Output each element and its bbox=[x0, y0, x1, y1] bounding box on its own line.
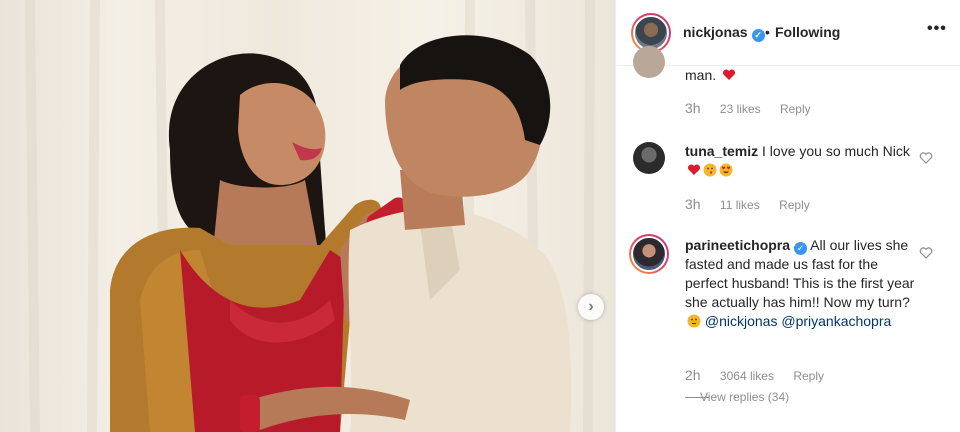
thinking-face-emoji-icon bbox=[687, 314, 701, 328]
view-replies-button[interactable]: View replies (34) bbox=[700, 390, 789, 404]
reply-button[interactable]: Reply bbox=[779, 198, 810, 212]
comment-text: tuna_temiz I love you so much Nick bbox=[685, 142, 915, 180]
comment-time[interactable]: 3h bbox=[685, 100, 701, 116]
following-button[interactable]: Following bbox=[775, 24, 840, 40]
comment-time[interactable]: 2h bbox=[685, 367, 701, 383]
kiss-emoji-icon bbox=[703, 163, 717, 177]
heart-outline-icon[interactable] bbox=[919, 151, 933, 165]
comment-body: I love you so much Nick bbox=[762, 143, 910, 159]
commenter-avatar[interactable] bbox=[633, 46, 665, 78]
post-sidebar: nickjonas ✓ • Following ••• man. 3h 23 li… bbox=[615, 0, 960, 432]
comment-text: parineetichopra ✓ All our lives she faste… bbox=[685, 236, 915, 331]
comment-text: man. bbox=[685, 66, 915, 85]
heart-eyes-emoji-icon bbox=[719, 163, 733, 177]
post-photo[interactable]: › bbox=[0, 0, 615, 432]
comment-meta: 3h 11 likes Reply bbox=[685, 196, 826, 212]
comment-meta: 2h 3064 likes Reply bbox=[685, 367, 840, 383]
post-header: nickjonas ✓ • Following ••• bbox=[616, 0, 960, 66]
next-photo-button[interactable]: › bbox=[578, 294, 604, 320]
comment-time[interactable]: 3h bbox=[685, 196, 701, 212]
commenter-avatar[interactable] bbox=[629, 234, 669, 274]
chevron-right-icon: › bbox=[588, 298, 594, 315]
heart-outline-icon[interactable] bbox=[919, 246, 933, 260]
verified-badge-icon: ✓ bbox=[751, 29, 765, 42]
comment-likes[interactable]: 11 likes bbox=[720, 198, 760, 212]
commenter-avatar[interactable] bbox=[633, 142, 665, 174]
comment-likes[interactable]: 3064 likes bbox=[720, 369, 774, 383]
photo-illustration bbox=[25, 0, 595, 432]
reply-button[interactable]: Reply bbox=[780, 102, 811, 116]
mention-link[interactable]: @nickjonas bbox=[705, 313, 778, 329]
reply-button[interactable]: Reply bbox=[793, 369, 824, 383]
more-options-icon[interactable]: ••• bbox=[927, 20, 947, 38]
verified-badge-icon: ✓ bbox=[794, 242, 808, 255]
commenter-username[interactable]: tuna_temiz bbox=[685, 143, 758, 159]
author-username-text[interactable]: nickjonas bbox=[683, 24, 748, 40]
commenter-username[interactable]: parineetichopra bbox=[685, 237, 790, 253]
header-separator: • bbox=[765, 24, 770, 40]
author-username[interactable]: nickjonas ✓ bbox=[683, 24, 765, 42]
comment-meta: 3h 23 likes Reply bbox=[685, 100, 827, 116]
red-heart-emoji-icon bbox=[687, 164, 701, 175]
comment-body: man. bbox=[685, 67, 717, 83]
mention-link[interactable]: @priyankachopra bbox=[781, 313, 891, 329]
comment-likes[interactable]: 23 likes bbox=[720, 102, 761, 116]
red-heart-emoji-icon bbox=[723, 69, 736, 80]
